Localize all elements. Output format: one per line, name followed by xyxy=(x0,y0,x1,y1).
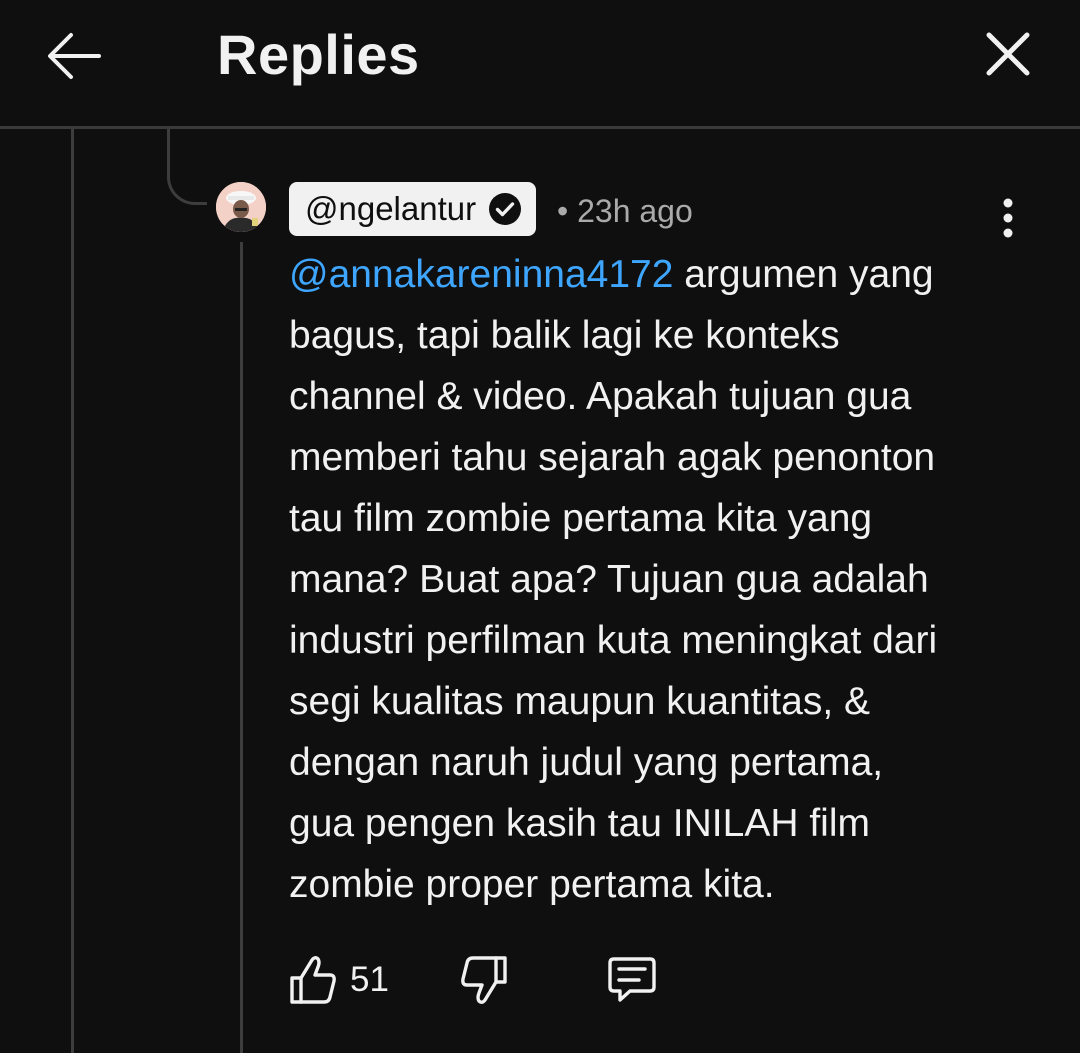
more-vertical-icon xyxy=(1003,198,1013,238)
avatar-image xyxy=(216,182,266,232)
page-title: Replies xyxy=(217,23,420,86)
close-button[interactable] xyxy=(972,18,1044,90)
thread-line-outer xyxy=(71,129,74,1053)
author-name: @ngelantur xyxy=(305,190,477,227)
thread-line-reply xyxy=(240,242,243,1053)
comment-timestamp: • 23h ago xyxy=(557,193,693,229)
back-button[interactable] xyxy=(38,20,110,92)
avatar[interactable] xyxy=(216,182,266,232)
thumbs-down-icon xyxy=(461,956,507,1004)
comment-text: argumen yang bagus, tapi balik lagi ke k… xyxy=(289,253,938,906)
author-chip[interactable]: @ngelantur xyxy=(289,182,537,236)
like-button[interactable] xyxy=(286,948,340,1012)
header-bar: Replies xyxy=(0,0,1080,126)
header-divider xyxy=(0,126,1080,129)
verified-check-icon xyxy=(488,192,522,226)
arrow-left-icon xyxy=(48,33,101,79)
thread-connector xyxy=(167,129,207,205)
comment-body: @annakareninna4172 argumen yang bagus, t… xyxy=(289,244,1019,915)
close-icon xyxy=(986,32,1030,76)
like-count: 51 xyxy=(350,960,389,999)
thumbs-up-icon xyxy=(290,956,336,1004)
dislike-button[interactable] xyxy=(457,948,511,1012)
more-options-button[interactable] xyxy=(984,192,1032,244)
mention-link[interactable]: @annakareninna4172 xyxy=(289,253,673,296)
reply-comment-icon xyxy=(608,957,656,1002)
comment-actions: 51 xyxy=(286,948,661,1012)
reply-button[interactable] xyxy=(603,948,661,1012)
